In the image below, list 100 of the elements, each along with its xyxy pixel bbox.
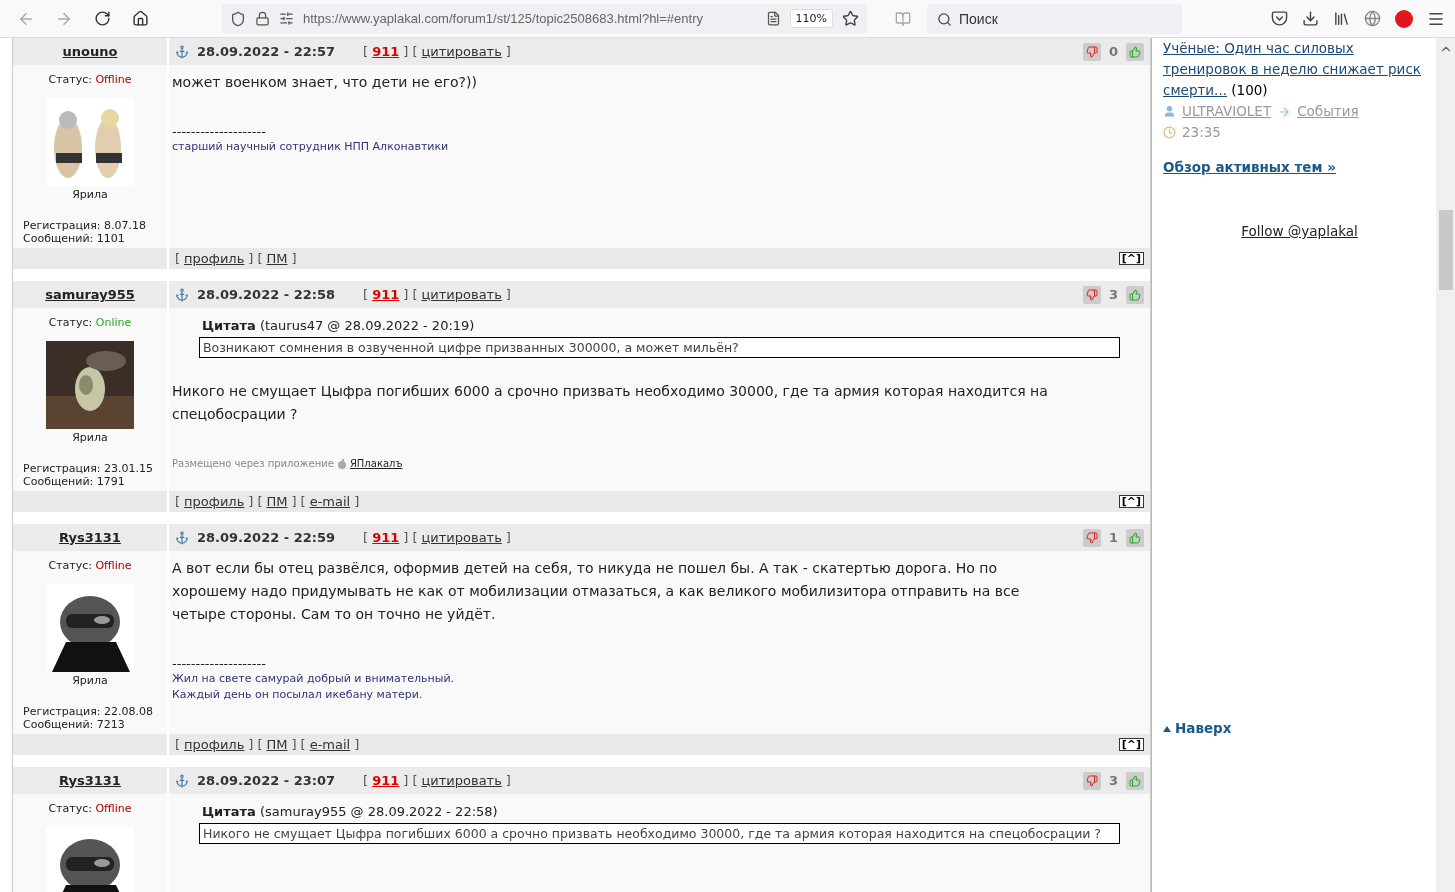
quote-link[interactable]: цитировать [421,773,502,788]
bracket: [ [300,737,306,752]
quote-link[interactable]: цитировать [421,530,502,545]
bracket: ] [403,287,409,302]
alert-link[interactable]: 911 [372,530,400,545]
thumbs-down-button[interactable] [1082,771,1101,790]
arrow-icon [1277,104,1292,119]
shield-icon[interactable] [230,10,246,27]
quote-link[interactable]: цитировать [421,287,502,302]
bracket: [ [175,737,181,752]
message-count: Сообщений: 1791 [23,475,126,488]
bracket: ] [248,251,254,266]
status-text: Статус: Offline [48,802,132,815]
bracket: [ [257,494,263,509]
via-text: Размещено через приложение [172,458,334,469]
thumbs-up-button[interactable] [1126,771,1144,790]
topic-link[interactable]: Учёные: Один час силовых тренировок в неделю снижает риск смерти... (100) [1163,38,1436,101]
topic-time: 23:35 [1182,123,1221,142]
follow-link[interactable]: Follow @yaplakal [1241,221,1358,242]
post-text: Никого не смущает Цыфра погибших 6000 а срочно призвать необходимо 30000, где та армия которая находится на спецобосрации ? [172,382,1049,424]
thumbs-down-button[interactable] [1082,42,1101,61]
scrollbar-thumb[interactable] [1439,210,1453,290]
bracket: [ [257,251,263,266]
bracket: ] [505,530,511,545]
footer-link[interactable]: e-mail [309,737,351,752]
thumbs-down-button[interactable] [1082,528,1101,547]
quote-link[interactable]: цитировать [421,44,502,59]
bracket: [ [363,44,369,59]
alert-link[interactable]: 911 [372,773,400,788]
footer-link[interactable]: профиль [184,737,245,752]
footer-link[interactable]: ПМ [266,494,288,509]
globe-icon[interactable] [1364,10,1381,27]
permissions-icon[interactable] [279,11,294,26]
post-text: может военком знает, что дети не его?)) [172,73,478,92]
zoom-badge[interactable]: 110% [789,9,833,28]
registration-date: Регистрация: 8.07.18 [23,219,146,232]
thumbs-up-button[interactable] [1126,42,1144,61]
scroll-top-button[interactable]: [^] [1118,738,1144,751]
library-icon[interactable] [1333,10,1350,27]
address-bar[interactable]: https://www.yaplakal.com/forum1/st/125/topic2508683.html?hl=#entry 110% [222,3,867,34]
anchor-icon[interactable] [175,530,189,545]
footer-link[interactable]: профиль [184,251,245,266]
status-text: Статус: Online [48,316,132,329]
anchor-icon[interactable] [175,287,189,302]
search-field[interactable]: Поиск [927,3,1182,34]
footer-link[interactable]: ПМ [266,251,288,266]
quote-header: Цитата (samuray955 @ 28.09.2022 - 22:58) [202,804,499,819]
footer-link[interactable]: ПМ [266,737,288,752]
alert-link[interactable]: 911 [372,287,400,302]
bookmark-star-icon[interactable] [842,10,859,27]
scrollbar[interactable] [1436,38,1455,892]
signature-rule: -------------------- [172,124,267,139]
thumbs-up-button[interactable] [1126,285,1144,304]
home-icon [131,10,149,27]
overview-link[interactable]: Обзор активных тем » [1163,157,1436,178]
message-count: Сообщений: 1101 [23,232,126,245]
scroll-top-button[interactable]: [^] [1118,495,1144,508]
bracket: ] [505,44,511,59]
reload-icon [93,10,111,27]
message-count: Сообщений: 7213 [23,718,126,731]
scroll-top-button[interactable]: [^] [1118,252,1144,265]
rating-count: 3 [1108,287,1118,302]
reader-icon[interactable] [765,11,781,26]
pocket-icon[interactable] [1271,10,1288,27]
signature-text: Жил на свете самурай добрый и внимательный. [172,671,456,687]
signature-text: Каждый день он посылал икебану матери. [172,687,424,703]
bracket: ] [291,737,297,752]
footer-link[interactable]: e-mail [309,494,351,509]
author-link[interactable]: unouno [62,44,118,59]
anchor-icon[interactable] [175,44,189,59]
footer-link[interactable]: профиль [184,494,245,509]
bracket: ] [403,44,409,59]
url-text: https://www.yaplakal.com/forum1/st/125/topic2508683.html?hl=#entry [303,11,704,26]
download-icon[interactable] [1302,10,1319,27]
lock-icon[interactable] [255,11,270,26]
status-text: Статус: Offline [48,73,132,86]
bracket: ] [354,494,360,509]
book-icon[interactable] [895,10,911,27]
alert-link[interactable]: 911 [372,44,400,59]
bracket: [ [363,287,369,302]
bracket: [ [412,773,418,788]
bracket: [ [363,530,369,545]
to-top-link[interactable]: Наверх [1163,718,1436,739]
bracket: [ [175,251,181,266]
thumbs-down-button[interactable] [1082,285,1101,304]
bracket: ] [354,737,360,752]
app-link[interactable]: ЯПлакалъ [349,458,403,469]
bracket: ] [403,530,409,545]
user-icon [1163,105,1176,118]
bracket: [ [412,530,418,545]
anchor-icon[interactable] [175,773,189,788]
bracket: [ [175,494,181,509]
thumbs-up-button[interactable] [1126,528,1144,547]
user-rank: Ярила [72,188,108,201]
user-rank: Ярила [72,674,108,687]
post-text: А вот если бы отец развёлся, оформив детей на себя, то никуда не пошел бы. А так - скатертью дорога. Но по хорошему надо придумывать не как от мобилизации отмазаться, а как великого мобилизитора отправить на все четыре стороны. Сам то он точно не уйдёт. [172,559,1021,624]
bracket: [ [412,287,418,302]
bracket: ] [248,494,254,509]
bracket: ] [403,773,409,788]
bracket: ] [505,287,511,302]
